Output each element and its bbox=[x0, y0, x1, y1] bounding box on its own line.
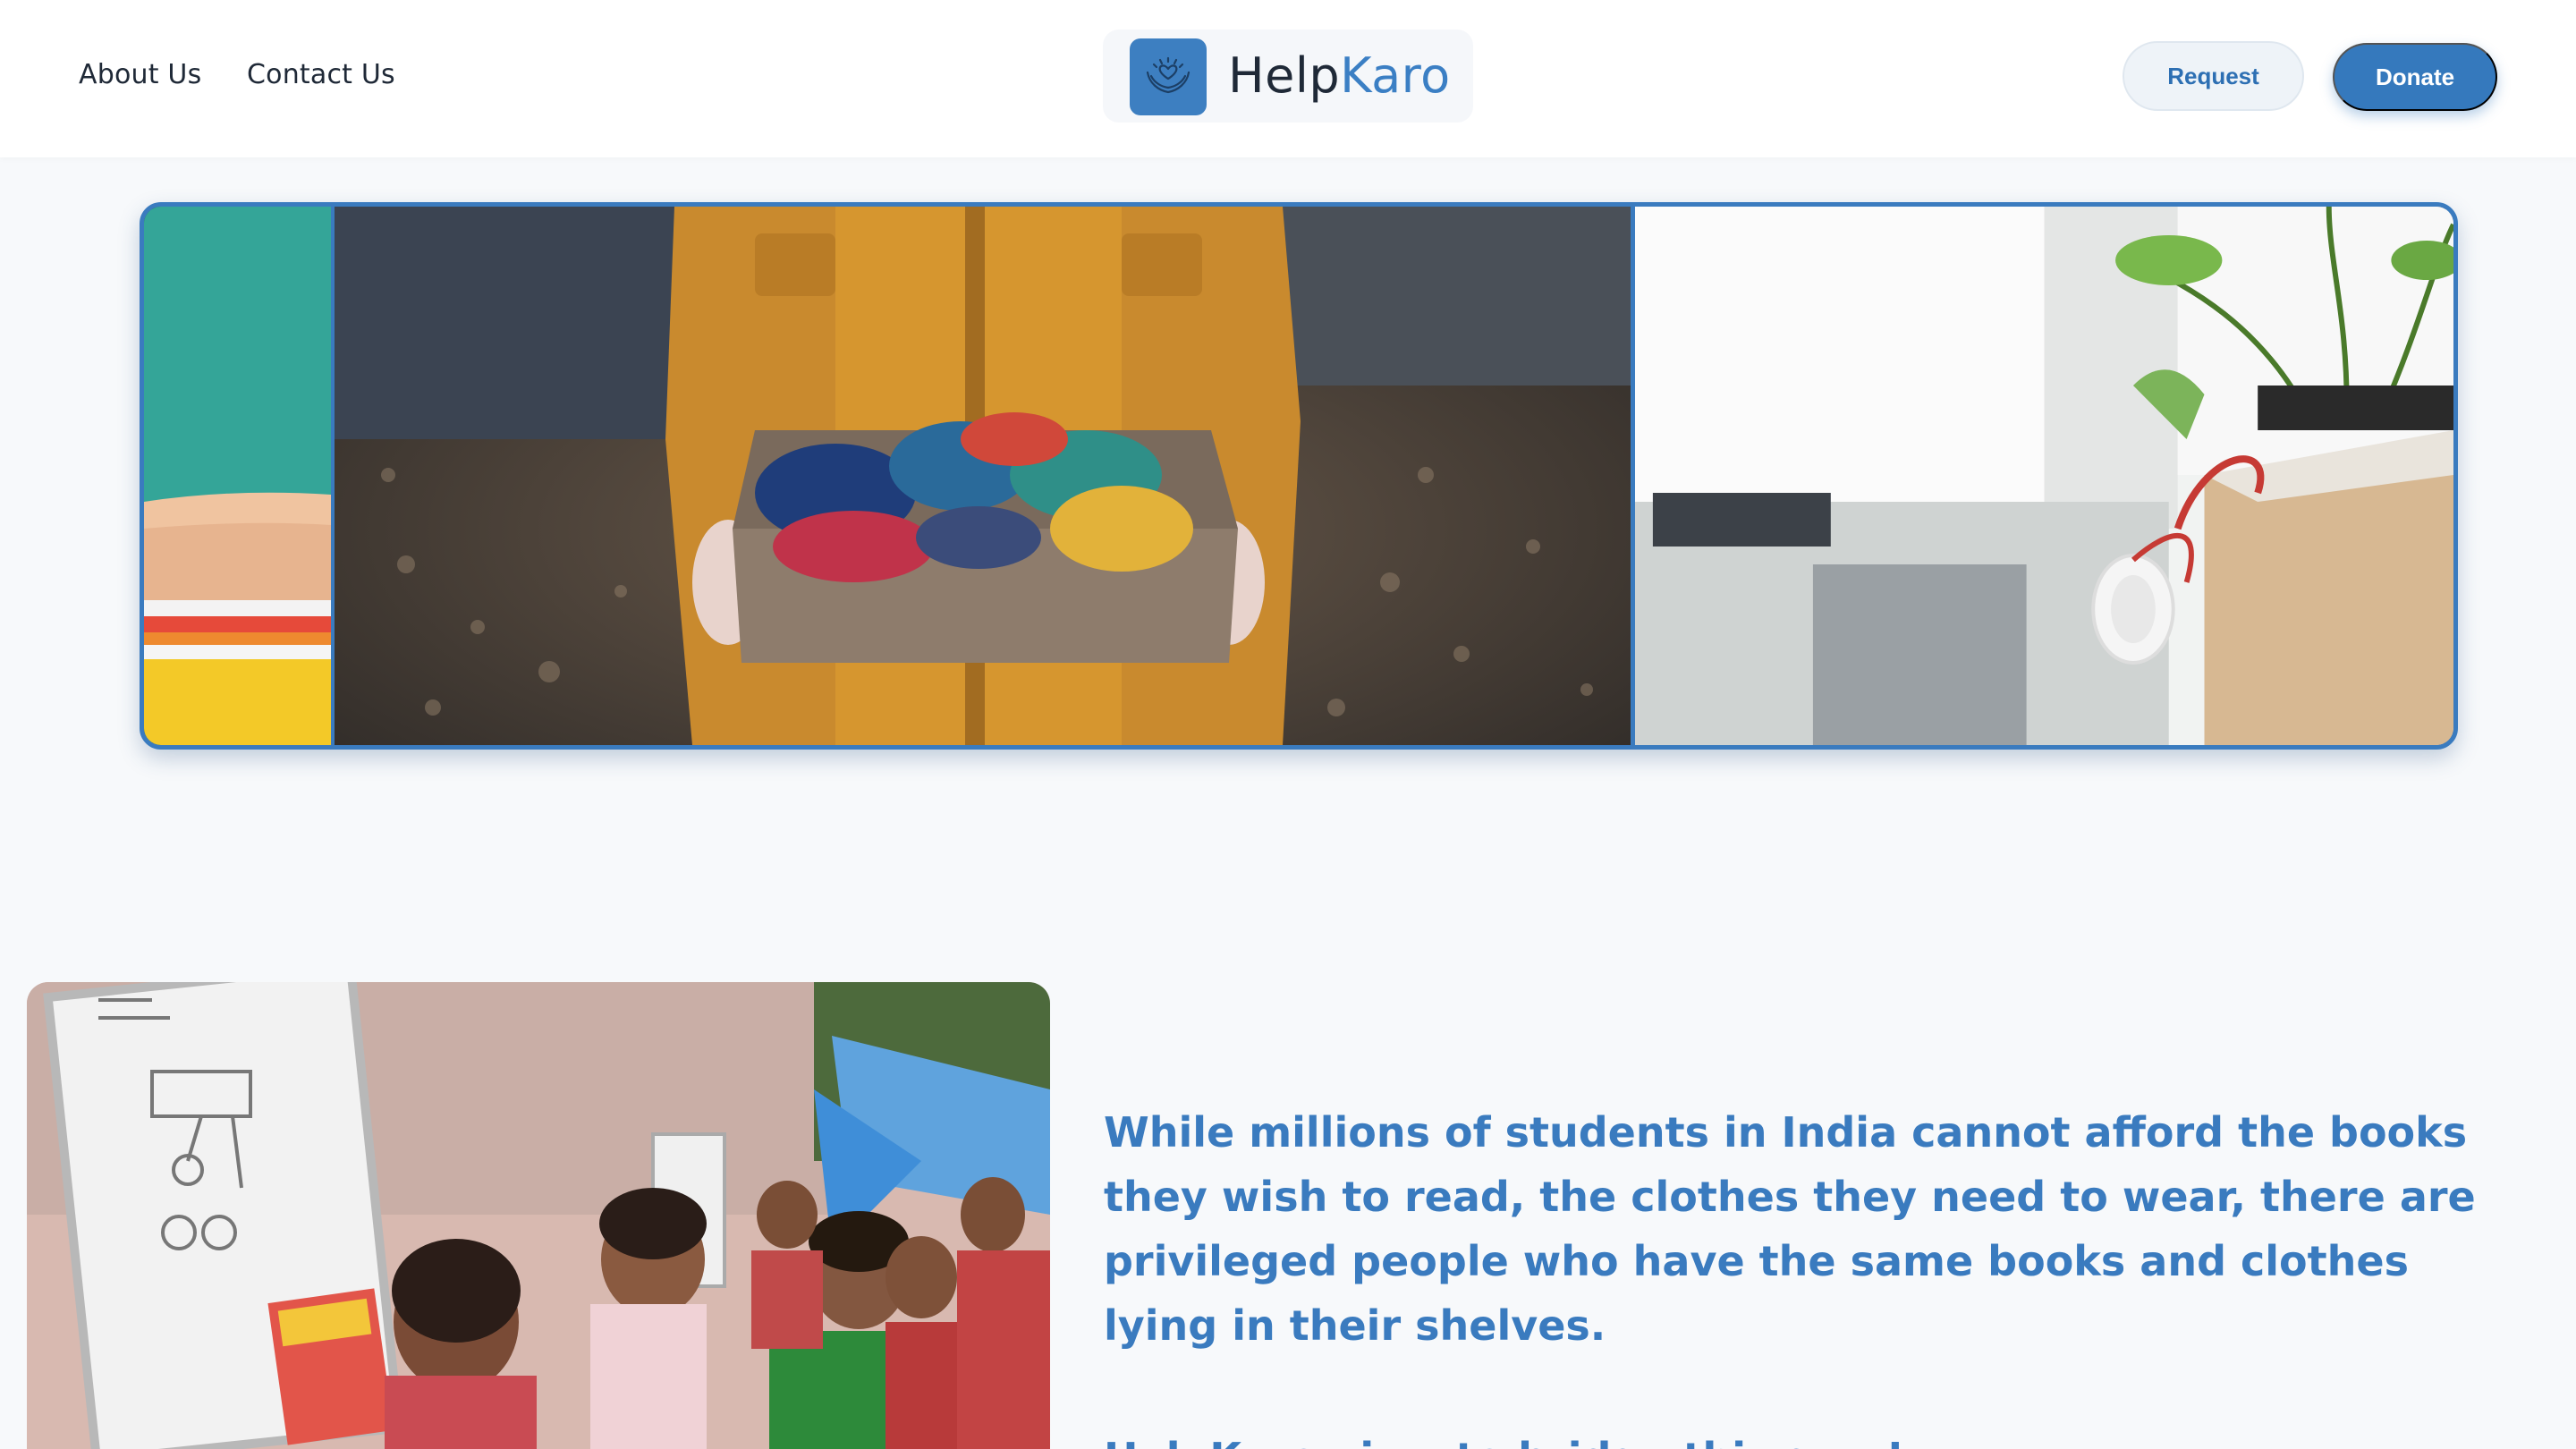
brand-name: HelpKaro bbox=[1228, 47, 1451, 105]
brand-logo[interactable]: HelpKaro bbox=[1103, 30, 1473, 123]
children-classroom-photo-icon bbox=[27, 982, 1050, 1449]
nav-about-us-link[interactable]: About Us bbox=[79, 59, 201, 90]
brand-name-part1: Help bbox=[1228, 47, 1341, 104]
site-header: About Us Contact Us HelpKaro Request Don… bbox=[0, 0, 2576, 157]
donate-button[interactable]: Donate bbox=[2333, 43, 2497, 111]
mission-tagline: HelpKaro aims to bridge this gap ! bbox=[1104, 1426, 1904, 1449]
carousel-slide-books[interactable] bbox=[144, 207, 335, 745]
hands-heart-icon bbox=[1130, 38, 1207, 115]
clothes-donation-box-photo-icon bbox=[335, 207, 1631, 745]
mission-statement: While millions of students in India cann… bbox=[1104, 1108, 2476, 1350]
carousel-slide-clothes[interactable] bbox=[335, 207, 1631, 745]
hero-carousel[interactable] bbox=[140, 202, 2458, 750]
headphones-desk-photo-icon bbox=[1635, 207, 2453, 745]
brand-name-part2: Karo bbox=[1340, 47, 1451, 104]
request-button[interactable]: Request bbox=[2123, 41, 2304, 111]
books-photo-icon bbox=[144, 207, 331, 745]
nav-contact-us-link[interactable]: Contact Us bbox=[247, 59, 395, 90]
carousel-slide-headphones[interactable] bbox=[1631, 207, 2453, 745]
mission-photo bbox=[27, 982, 1050, 1449]
